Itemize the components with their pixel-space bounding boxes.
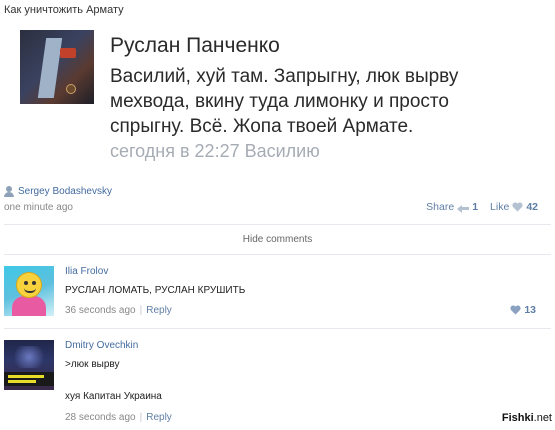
embedded-author-name: Руслан Панченко xyxy=(110,34,280,57)
post-actions: Share 1 Like 42 xyxy=(426,201,538,213)
embedded-comment-time: сегодня в 22:27 Василию xyxy=(110,141,320,161)
comment-item: Dmitry Ovechkin >люк вырву хуя Капитан У… xyxy=(4,340,549,426)
avatar[interactable] xyxy=(4,266,54,316)
comment-author-link[interactable]: Dmitry Ovechkin xyxy=(65,340,138,351)
hide-comments-link[interactable]: Hide comments xyxy=(0,234,555,245)
share-button[interactable]: Share 1 xyxy=(426,201,478,213)
separator: | xyxy=(139,412,143,423)
heart-icon xyxy=(510,305,521,315)
divider xyxy=(4,328,551,329)
reply-button[interactable]: Reply xyxy=(146,305,172,316)
comment-author-link[interactable]: Ilia Frolov xyxy=(65,266,108,277)
post-timestamp: one minute ago xyxy=(4,202,73,213)
embedded-author-avatar xyxy=(20,30,94,104)
embedded-comment-text: Василий, хуй там. Запрыгну, люк вырву ме… xyxy=(110,66,459,137)
person-icon xyxy=(4,185,14,197)
avatar[interactable] xyxy=(4,340,54,390)
reply-button[interactable]: Reply xyxy=(146,412,172,423)
divider xyxy=(4,254,551,255)
comment-text-line: хуя Капитан Украина xyxy=(65,391,162,402)
comment-item: Ilia Frolov РУСЛАН ЛОМАТЬ, РУСЛАН КРУШИТ… xyxy=(4,266,549,322)
comment-text: РУСЛАН ЛОМАТЬ, РУСЛАН КРУШИТЬ xyxy=(65,285,246,296)
share-count: 1 xyxy=(472,201,479,213)
embedded-comment-image: Руслан Панченко Василий, хуй там. Запрыг… xyxy=(18,30,538,170)
like-button[interactable]: Like 42 xyxy=(490,201,538,213)
share-label: Share xyxy=(426,201,455,213)
like-label: Like xyxy=(490,201,510,213)
separator: | xyxy=(139,305,143,316)
watermark-brand: Fishki xyxy=(501,412,534,424)
comment-text-line: >люк вырву xyxy=(65,359,120,370)
watermark-suffix: .net xyxy=(533,412,552,424)
share-icon xyxy=(457,203,470,213)
comment-meta: 28 seconds ago | Reply xyxy=(65,412,172,423)
comment-like-count: 13 xyxy=(524,304,536,316)
comment-time: 28 seconds ago xyxy=(65,412,136,423)
comment-meta: 36 seconds ago | Reply xyxy=(65,305,172,316)
divider xyxy=(4,224,551,225)
heart-icon xyxy=(512,202,523,212)
post-author-row: Sergey Bodashevsky xyxy=(4,184,112,198)
comment-like-button[interactable]: 13 xyxy=(510,304,536,316)
page-title: Как уничтожить Армату xyxy=(4,4,124,16)
comment-time: 36 seconds ago xyxy=(65,305,136,316)
watermark-logo: Fishki.net xyxy=(502,412,552,424)
post-author-link[interactable]: Sergey Bodashevsky xyxy=(18,186,112,197)
like-count: 42 xyxy=(526,201,538,213)
